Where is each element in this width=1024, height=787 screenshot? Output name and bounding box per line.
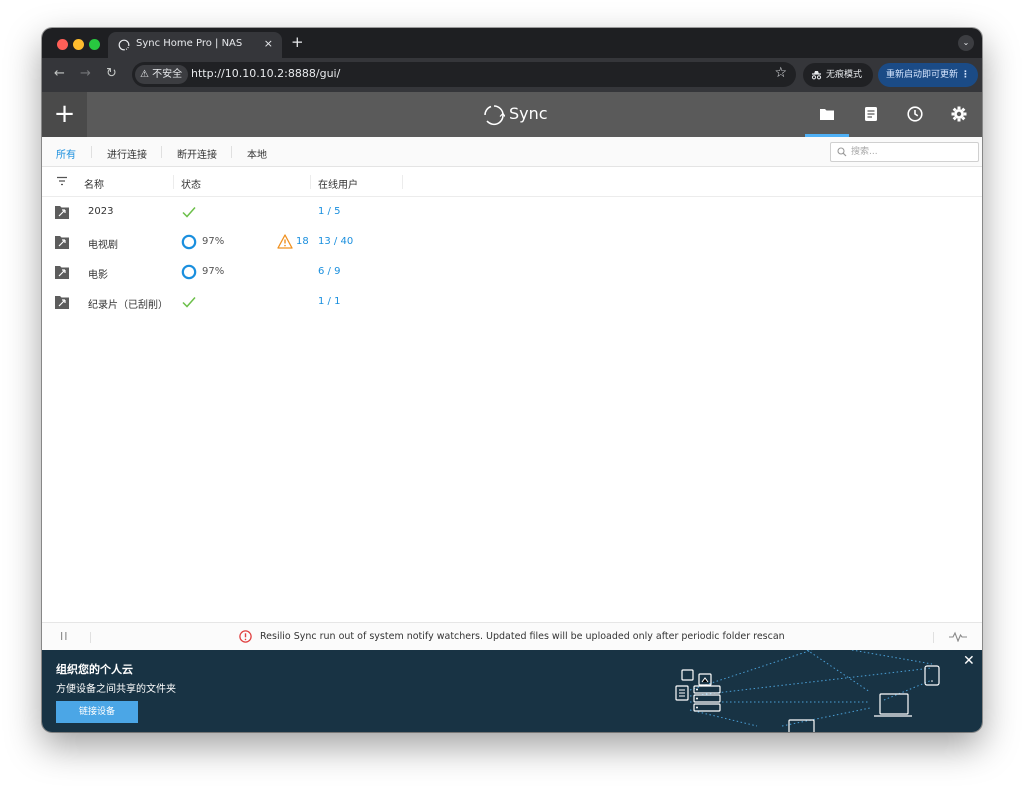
sync-progress-icon xyxy=(181,234,197,250)
add-folder-button[interactable]: + xyxy=(42,92,87,137)
reload-icon[interactable]: ↻ xyxy=(106,66,117,82)
status-divider xyxy=(933,632,934,643)
table-header: 名称 状态 在线用户 xyxy=(42,167,982,197)
filter-bar: 所有 进行连接 断开连接 本地 xyxy=(42,137,982,167)
shared-folder-icon xyxy=(55,266,69,279)
security-badge[interactable]: ⚠ 不安全 xyxy=(135,65,189,84)
table-row[interactable]: 2023 1 / 5 xyxy=(42,197,982,227)
folders-tab[interactable] xyxy=(805,92,849,137)
status-divider xyxy=(90,632,91,643)
warning-icon xyxy=(277,234,293,249)
app-header: + Sync xyxy=(42,92,982,137)
filter-divider xyxy=(161,146,162,158)
device-network-illustration xyxy=(675,650,940,732)
folder-name[interactable]: 纪录片（已刮削） xyxy=(88,296,168,311)
link-device-button[interactable]: 链接设备 xyxy=(56,701,138,723)
folder-name[interactable]: 2023 xyxy=(88,206,113,217)
column-header-status[interactable]: 状态 xyxy=(181,176,201,191)
column-divider xyxy=(310,175,311,189)
table-row[interactable]: 电影 97% 6 / 9 xyxy=(42,257,982,287)
filter-connecting[interactable]: 进行连接 xyxy=(107,146,147,161)
tab-close-icon[interactable]: × xyxy=(264,37,273,50)
promo-banner: 组织您的个人云 方便设备之间共享的文件夹 链接设备 ✕ xyxy=(42,650,982,732)
incognito-badge[interactable]: 无痕模式 xyxy=(803,63,873,87)
address-bar[interactable]: ⚠ 不安全 http://10.10.10.2:8888/gui/ ☆ xyxy=(132,62,796,87)
warning-number: 18 xyxy=(296,236,309,247)
logo-text: Sync xyxy=(509,104,548,123)
search-input[interactable] xyxy=(851,145,973,159)
banner-close-icon[interactable]: ✕ xyxy=(963,653,975,669)
document-icon xyxy=(865,107,877,121)
history-log-tab[interactable] xyxy=(849,92,893,137)
banner-subtitle: 方便设备之间共享的文件夹 xyxy=(56,684,176,695)
filter-divider xyxy=(231,146,232,158)
transfers-tab[interactable] xyxy=(893,92,937,137)
settings-tab[interactable] xyxy=(937,92,981,137)
tab-strip: Sync Home Pro | NAS × + ⌄ xyxy=(42,28,982,58)
shared-folder-icon xyxy=(55,296,69,309)
close-window-button[interactable] xyxy=(57,39,68,50)
column-header-peers[interactable]: 在线用户 xyxy=(318,176,358,191)
sync-logo-icon xyxy=(484,105,505,126)
update-label: 重新启动即可更新 xyxy=(886,70,959,80)
new-tab-button[interactable]: + xyxy=(291,33,304,51)
banner-title: 组织您的个人云 xyxy=(56,663,133,676)
gear-icon xyxy=(951,106,967,122)
browser-toolbar: ← → ↻ ⚠ 不安全 http://10.10.10.2:8888/gui/ … xyxy=(42,58,982,92)
bookmark-star-icon[interactable]: ☆ xyxy=(774,65,787,81)
online-peers[interactable]: 13 / 40 xyxy=(318,236,353,247)
sync-progress-icon xyxy=(181,264,197,280)
more-menu-icon[interactable]: ⋮ xyxy=(961,63,970,87)
status-bar: II Resilio Sync run out of system notify… xyxy=(42,622,982,650)
online-peers[interactable]: 1 / 5 xyxy=(318,206,340,217)
column-divider xyxy=(173,175,174,189)
tab-search-icon[interactable]: ⌄ xyxy=(958,35,974,51)
url-text[interactable]: http://10.10.10.2:8888/gui/ xyxy=(191,67,340,80)
table-row[interactable]: 纪录片（已刮削） 1 / 1 xyxy=(42,287,982,317)
sync-percent: 97% xyxy=(202,236,225,247)
online-peers[interactable]: 6 / 9 xyxy=(318,266,340,277)
checkmark-icon xyxy=(182,297,196,308)
checkmark-icon xyxy=(182,207,196,218)
browser-window: Sync Home Pro | NAS × + ⌄ ← → ↻ ⚠ 不安全 ht… xyxy=(42,28,982,732)
sync-favicon-icon xyxy=(118,39,130,51)
column-divider xyxy=(402,175,403,189)
sort-filter-icon[interactable] xyxy=(56,176,68,186)
shared-folder-icon xyxy=(55,236,69,249)
relaunch-update-button[interactable]: 重新启动即可更新 ⋮ xyxy=(878,63,978,87)
filter-divider xyxy=(91,146,92,158)
folder-name[interactable]: 电影 xyxy=(88,266,108,281)
filter-disconnected[interactable]: 断开连接 xyxy=(177,146,217,161)
tab-title: Sync Home Pro | NAS xyxy=(136,38,243,49)
browser-tab[interactable]: Sync Home Pro | NAS × xyxy=(108,32,282,58)
folder-icon xyxy=(820,109,834,120)
filter-local[interactable]: 本地 xyxy=(247,146,267,161)
warning-count[interactable]: 18 xyxy=(277,234,317,250)
forward-icon[interactable]: → xyxy=(80,66,91,82)
minimize-window-button[interactable] xyxy=(73,39,84,50)
status-message: Resilio Sync run out of system notify wa… xyxy=(260,631,785,642)
table-row[interactable]: 电视剧 97% 18 13 / 40 xyxy=(42,227,982,257)
incognito-label: 无痕模式 xyxy=(826,70,863,80)
error-alert-icon xyxy=(239,630,252,643)
activity-pulse-icon[interactable] xyxy=(949,631,967,642)
shared-folder-icon xyxy=(55,206,69,219)
incognito-icon xyxy=(811,71,822,80)
filter-all[interactable]: 所有 xyxy=(56,146,76,161)
clock-icon xyxy=(907,106,923,122)
search-box[interactable] xyxy=(830,142,979,162)
back-icon[interactable]: ← xyxy=(54,66,65,82)
search-icon xyxy=(837,147,847,157)
folder-name[interactable]: 电视剧 xyxy=(88,236,118,251)
zoom-window-button[interactable] xyxy=(89,39,100,50)
sync-percent: 97% xyxy=(202,266,225,277)
online-peers[interactable]: 1 / 1 xyxy=(318,296,340,307)
pause-sync-button[interactable]: II xyxy=(60,630,69,643)
column-header-name[interactable]: 名称 xyxy=(84,176,104,191)
